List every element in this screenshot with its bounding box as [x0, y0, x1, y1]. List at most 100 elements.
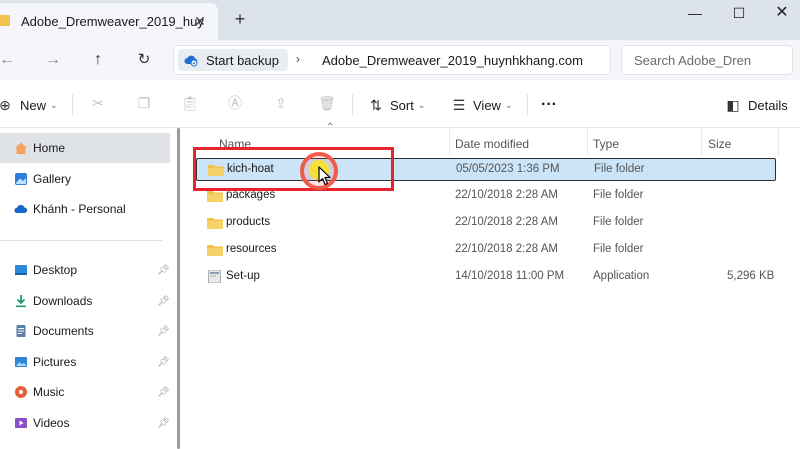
desktop-icon	[15, 265, 27, 275]
file-type: File folder	[593, 216, 644, 228]
column-divider[interactable]	[778, 128, 779, 156]
share-icon[interactable]: ⇪	[272, 94, 290, 112]
address-row: ← → ↑ ↻ Start backup › Adobe_Dremweaver_…	[0, 40, 800, 80]
sidebar-divider	[0, 240, 162, 241]
sidebar-item-music[interactable]: Music 📌︎	[0, 377, 170, 407]
sort-icon: ⇅	[370, 97, 382, 113]
backup-cloud-icon	[184, 55, 198, 67]
view-icon: ☰	[452, 97, 466, 113]
start-backup-label: Start backup	[206, 53, 279, 68]
maximize-button[interactable]: ☐	[719, 2, 759, 24]
column-header-date[interactable]: Date modified	[455, 132, 529, 156]
tab-title: Adobe_Dremweaver_2019_huy	[21, 14, 204, 29]
application-icon	[208, 270, 221, 283]
download-icon	[16, 295, 26, 308]
toolbar-divider	[527, 94, 528, 116]
music-icon	[15, 386, 27, 398]
chevron-down-icon: ⌄	[504, 99, 513, 110]
pin-icon[interactable]: 📌︎	[157, 357, 170, 368]
search-input[interactable]: Search Adobe_Dren	[621, 45, 793, 75]
onedrive-cloud-icon	[14, 205, 28, 213]
more-options-button[interactable]: ···	[541, 94, 557, 116]
folder-icon	[0, 15, 10, 26]
pin-icon[interactable]: 📌︎	[157, 418, 170, 429]
cut-icon[interactable]: ✂	[89, 94, 107, 112]
sidebar-scrollbar[interactable]	[177, 128, 180, 449]
window-tab[interactable]: Adobe_Dremweaver_2019_huy ✕	[0, 3, 218, 40]
sidebar-item-downloads[interactable]: Downloads 📌︎	[0, 286, 170, 316]
file-type: File folder	[593, 189, 644, 201]
details-button[interactable]: ◧ Details	[724, 94, 788, 116]
minimize-button[interactable]: —	[675, 2, 715, 24]
pin-icon[interactable]: 📌︎	[157, 265, 170, 276]
plus-icon: ⊕	[0, 97, 11, 113]
column-divider[interactable]	[701, 128, 702, 156]
new-button[interactable]: ⊕ New ⌄	[0, 94, 58, 116]
address-bar[interactable]: Start backup › Adobe_Dremweaver_2019_huy…	[173, 45, 611, 75]
navigation-pane: Home Gallery Khánh - Personal Desktop 📌︎…	[0, 128, 176, 449]
details-label: Details	[748, 97, 788, 113]
new-tab-button[interactable]: +	[230, 9, 250, 29]
close-window-button[interactable]: ✕	[762, 2, 800, 24]
file-date: 22/10/2018 2:28 AM	[455, 243, 558, 255]
table-row[interactable]: resources 22/10/2018 2:28 AM File folder	[196, 239, 776, 262]
sidebar-item-gallery[interactable]: Gallery	[0, 164, 170, 194]
chevron-right-icon[interactable]: ›	[296, 52, 300, 66]
sidebar-item-documents[interactable]: Documents 📌︎	[0, 316, 170, 346]
chevron-down-icon: ⌄	[50, 99, 58, 110]
copy-icon[interactable]: ❐	[135, 94, 153, 112]
sidebar-item-label: Home	[33, 141, 66, 155]
table-row[interactable]: Set-up 14/10/2018 11:00 PM Application 5…	[196, 266, 776, 289]
delete-icon[interactable]: 🗑︎	[318, 94, 336, 112]
refresh-icon[interactable]: ↻	[133, 49, 155, 71]
forward-arrow-icon[interactable]: →	[42, 49, 64, 71]
folder-icon	[207, 218, 223, 229]
file-type: Application	[593, 270, 650, 282]
rename-icon[interactable]: Ⓐ	[226, 94, 244, 112]
sidebar-item-label: Downloads	[33, 294, 93, 308]
toolbar-divider	[72, 94, 73, 116]
sidebar-item-label: Khánh - Personal	[33, 202, 126, 216]
pin-icon[interactable]: 📌︎	[157, 296, 170, 307]
file-type: File folder	[594, 163, 645, 175]
sidebar-item-label: Gallery	[33, 172, 72, 186]
command-bar: ⊕ New ⌄ ✂ ❐ 📋︎ Ⓐ ⇪ 🗑︎ ⇅ Sort ⌄ ☰ View ⌄ …	[0, 80, 800, 128]
pin-icon[interactable]: 📌︎	[157, 387, 170, 398]
sidebar-item-home[interactable]: Home	[0, 133, 170, 163]
toolbar-divider	[352, 94, 353, 116]
column-divider[interactable]	[449, 128, 450, 156]
sidebar-item-videos[interactable]: Videos 📌︎	[0, 408, 170, 438]
view-button[interactable]: ☰ View ⌄	[450, 94, 513, 116]
pin-icon[interactable]: 📌︎	[157, 326, 170, 337]
sidebar-item-personal[interactable]: Khánh - Personal	[0, 194, 170, 224]
tab-close-icon[interactable]: ✕	[190, 11, 210, 31]
sidebar-item-pictures[interactable]: Pictures 📌︎	[0, 347, 170, 377]
column-header-size[interactable]: Size	[708, 132, 731, 156]
home-icon	[15, 142, 27, 154]
file-size: 5,296 KB	[727, 270, 775, 282]
table-row[interactable]: products 22/10/2018 2:28 AM File folder	[196, 212, 776, 235]
folder-icon	[207, 245, 223, 256]
column-header-type[interactable]: Type	[593, 132, 619, 156]
view-label: View	[473, 97, 501, 113]
search-placeholder: Search Adobe_Dren	[634, 53, 752, 68]
start-backup-button[interactable]: Start backup	[178, 49, 288, 71]
paste-icon[interactable]: 📋︎	[181, 94, 199, 112]
sort-ascending-icon: ⌃	[326, 122, 335, 133]
sidebar-item-label: Desktop	[33, 263, 78, 277]
sidebar-item-label: Music	[33, 385, 65, 399]
sidebar-item-desktop[interactable]: Desktop 📌︎	[0, 255, 170, 285]
back-arrow-icon[interactable]: ←	[0, 49, 18, 71]
gallery-icon	[15, 173, 27, 185]
sort-label: Sort	[390, 97, 414, 113]
title-bar: Adobe_Dremweaver_2019_huy ✕ + — ☐ ✕	[0, 0, 800, 40]
chevron-down-icon: ⌄	[417, 99, 426, 110]
column-divider[interactable]	[587, 128, 588, 156]
file-name: products	[226, 216, 271, 228]
sort-button[interactable]: ⇅ Sort ⌄	[367, 94, 425, 116]
sidebar-item-label: Videos	[33, 416, 70, 430]
mouse-cursor-icon	[318, 166, 331, 186]
up-arrow-icon[interactable]: ↑	[87, 49, 109, 71]
documents-icon	[16, 325, 26, 337]
breadcrumb[interactable]: Adobe_Dremweaver_2019_huynhkhang.com	[322, 53, 583, 68]
